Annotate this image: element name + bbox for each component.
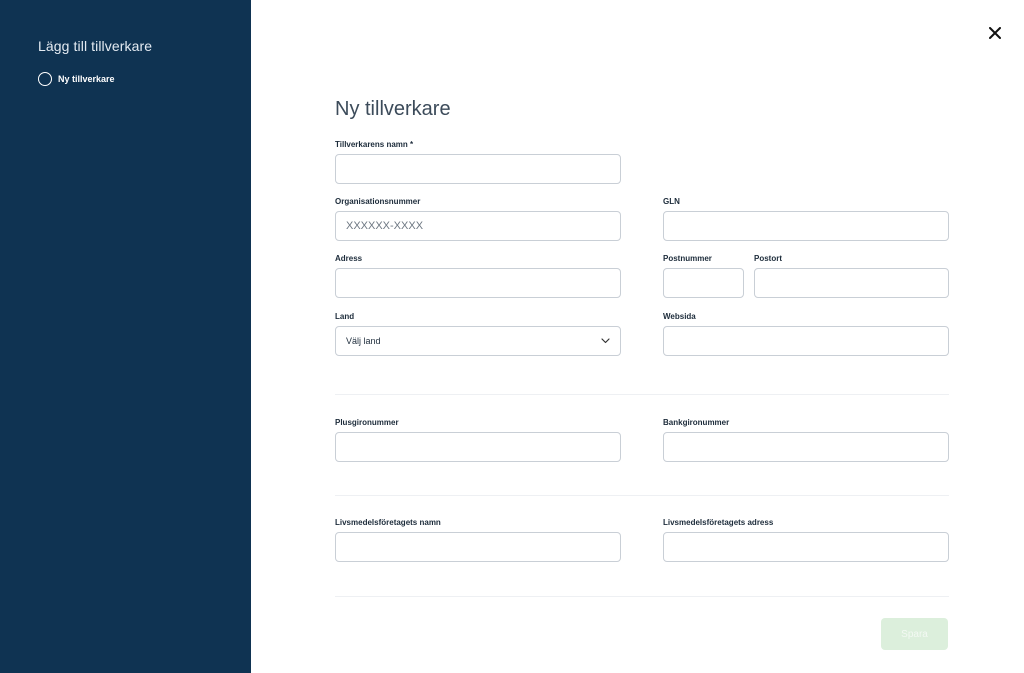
sidebar-title: Lägg till tillverkare <box>38 38 153 54</box>
chevron-down-icon <box>601 338 610 344</box>
close-button[interactable] <box>986 24 1004 42</box>
bankgiro-label: Bankgironummer <box>663 418 730 427</box>
website-input[interactable] <box>663 326 949 356</box>
food-company-name-input[interactable] <box>335 532 621 562</box>
food-company-name-field-group: Livsmedelsföretagets namn <box>335 518 621 562</box>
sidebar: Lägg till tillverkare Ny tillverkare <box>0 0 251 673</box>
bankgiro-input[interactable] <box>663 432 949 462</box>
name-input[interactable] <box>335 154 621 184</box>
website-field-group: Websida <box>663 312 949 356</box>
org-number-field-group: Organisationsnummer <box>335 197 621 241</box>
name-label: Tillverkarens namn * <box>335 140 414 149</box>
postal-code-field-group: Postnummer <box>663 254 744 298</box>
city-field-group: Postort <box>754 254 949 298</box>
food-company-address-field-group: Livsmedelsföretagets adress <box>663 518 949 562</box>
food-company-name-label: Livsmedelsföretagets namn <box>335 518 441 527</box>
plusgiro-label: Plusgironummer <box>335 418 399 427</box>
food-company-address-input[interactable] <box>663 532 949 562</box>
bankgiro-field-group: Bankgironummer <box>663 418 949 462</box>
section-divider <box>335 394 949 395</box>
org-number-input[interactable] <box>335 211 621 241</box>
country-select-value: Välj land <box>346 336 381 346</box>
plusgiro-input[interactable] <box>335 432 621 462</box>
section-divider <box>335 495 949 496</box>
country-field-group: Land Välj land <box>335 312 621 356</box>
save-button[interactable]: Spara <box>881 618 948 650</box>
address-label: Adress <box>335 254 363 263</box>
country-label: Land <box>335 312 355 321</box>
close-icon <box>989 27 1001 39</box>
city-label: Postort <box>754 254 782 263</box>
step-ny-tillverkare[interactable]: Ny tillverkare <box>38 72 115 86</box>
plusgiro-field-group: Plusgironummer <box>335 418 621 462</box>
step-label: Ny tillverkare <box>58 74 115 84</box>
gln-input[interactable] <box>663 211 949 241</box>
section-divider <box>335 596 949 597</box>
postal-code-input[interactable] <box>663 268 744 298</box>
website-label: Websida <box>663 312 696 321</box>
org-number-label: Organisationsnummer <box>335 197 421 206</box>
form-title: Ny tillverkare <box>335 98 451 120</box>
country-select[interactable]: Välj land <box>335 326 621 356</box>
circle-icon <box>38 72 52 86</box>
food-company-address-label: Livsmedelsföretagets adress <box>663 518 774 527</box>
gln-label: GLN <box>663 197 680 206</box>
city-input[interactable] <box>754 268 949 298</box>
address-field-group: Adress <box>335 254 621 298</box>
address-input[interactable] <box>335 268 621 298</box>
postal-code-label: Postnummer <box>663 254 712 263</box>
name-field-group: Tillverkarens namn * <box>335 140 621 184</box>
gln-field-group: GLN <box>663 197 949 241</box>
